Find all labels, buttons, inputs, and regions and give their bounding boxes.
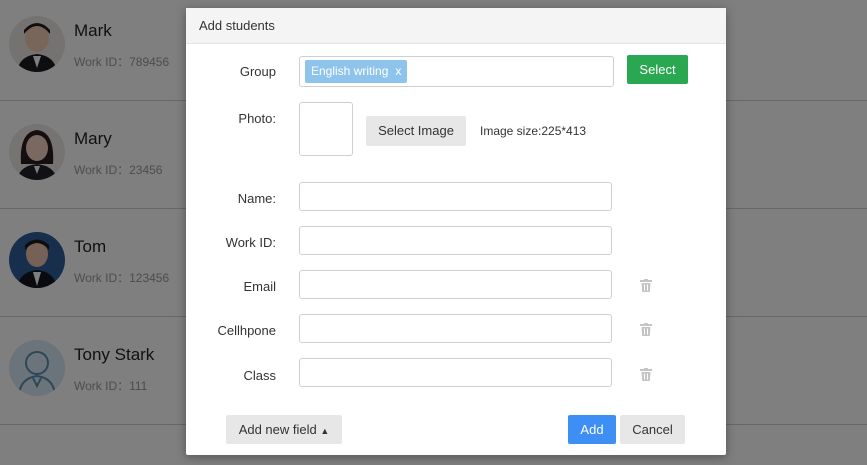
photo-label: Photo:	[238, 111, 276, 126]
group-input[interactable]: English writing x	[299, 56, 614, 87]
cancel-button[interactable]: Cancel	[620, 415, 685, 444]
add-new-field-label: Add new field	[238, 422, 317, 437]
email-field[interactable]	[299, 270, 612, 299]
dialog-header: Add students	[186, 8, 726, 44]
select-group-button[interactable]: Select	[627, 55, 688, 84]
add-students-dialog: Add students Group English writing x Sele…	[186, 8, 726, 455]
work-id-field[interactable]	[299, 226, 612, 255]
cellphone-label: Cellhpone	[217, 323, 276, 338]
tag-remove-icon[interactable]: x	[395, 64, 401, 78]
dialog-title: Add students	[199, 18, 275, 33]
name-field[interactable]	[299, 182, 612, 211]
group-tag: English writing x	[305, 60, 408, 83]
image-size-hint: Image size:225*413	[480, 124, 587, 138]
work-id-label: Work ID:	[225, 235, 276, 250]
class-label: Class	[243, 368, 276, 383]
class-field[interactable]	[299, 358, 612, 387]
photo-preview	[299, 102, 353, 156]
name-label: Name:	[237, 191, 276, 206]
group-label: Group	[239, 64, 276, 79]
delete-cellphone-icon[interactable]	[640, 323, 652, 336]
caret-up-icon: ▲	[320, 426, 330, 436]
add-new-field-button[interactable]: Add new field ▲	[226, 415, 342, 444]
select-image-button[interactable]: Select Image	[366, 116, 466, 146]
email-label: Email	[243, 279, 276, 294]
group-tag-label: English writing	[311, 64, 389, 78]
delete-class-icon[interactable]	[640, 368, 652, 381]
add-button[interactable]: Add	[568, 415, 616, 444]
delete-email-icon[interactable]	[640, 279, 652, 292]
cellphone-field[interactable]	[299, 314, 612, 343]
